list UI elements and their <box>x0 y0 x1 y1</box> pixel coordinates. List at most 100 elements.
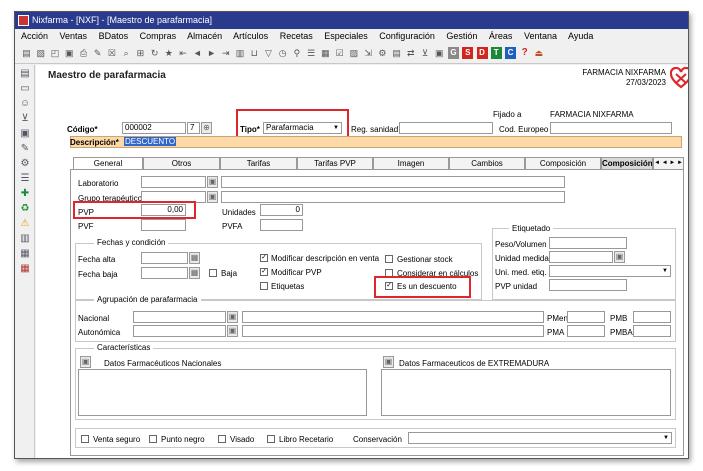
box-icon[interactable]: ▣ <box>434 47 445 59</box>
pma-input[interactable] <box>567 325 605 337</box>
tab-otros[interactable]: Otros <box>143 157 220 169</box>
unidad-medida-lookup-icon[interactable]: ▣ <box>614 251 625 263</box>
c-letter-button[interactable]: C <box>504 47 516 59</box>
last-icon[interactable]: ⇥ <box>220 47 231 59</box>
location-icon[interactable]: ⚲ <box>291 47 302 59</box>
delete-icon[interactable]: ☒ <box>106 47 117 59</box>
punto-negro-checkbox[interactable] <box>149 435 157 443</box>
unidades-input[interactable]: 0 <box>260 204 303 216</box>
pvp-unidad-input[interactable] <box>549 279 627 291</box>
cart-side-icon[interactable]: ⊻ <box>19 113 31 125</box>
menu-almacen[interactable]: Almacén <box>187 31 222 41</box>
datos-nacionales-textarea[interactable] <box>78 369 367 416</box>
fecha-baja-calendar-icon[interactable]: ▦ <box>189 267 200 279</box>
menu-compras[interactable]: Compras <box>140 31 177 41</box>
pmen-input[interactable] <box>567 311 605 323</box>
user-icon[interactable]: ☺ <box>19 98 31 110</box>
pvfa-input[interactable] <box>260 219 303 231</box>
insert-icon[interactable]: ⊞ <box>135 47 146 59</box>
scroll-last-icon[interactable]: ► <box>677 160 683 166</box>
pvp-input[interactable]: 0,00 <box>141 204 186 216</box>
modificar-pvp-checkbox[interactable]: ✓ <box>260 268 268 276</box>
t-letter-button[interactable]: T <box>490 47 502 59</box>
help-button[interactable]: ? <box>519 47 530 59</box>
descripcion-input[interactable]: DESCUENTO <box>124 137 177 146</box>
folder-icon[interactable]: ▥ <box>235 47 246 59</box>
visado-checkbox[interactable] <box>218 435 226 443</box>
save-icon[interactable]: ▣ <box>64 47 75 59</box>
search-icon[interactable]: ⌕ <box>121 47 132 59</box>
chevron-down-icon[interactable]: ▼ <box>662 434 670 442</box>
gestionar-stock-checkbox[interactable] <box>385 255 393 263</box>
plus-icon[interactable]: ✚ <box>19 188 31 200</box>
libro-recetario-checkbox[interactable] <box>267 435 275 443</box>
menu-articulos[interactable]: Artículos <box>233 31 268 41</box>
chart-icon[interactable]: ▦ <box>19 248 31 260</box>
d-letter-button[interactable]: D <box>476 47 488 59</box>
laboratorio-input[interactable] <box>141 176 206 188</box>
tab-composicion-2[interactable]: Composición <box>601 157 653 169</box>
autonomica-lookup-icon[interactable]: ▣ <box>227 325 238 337</box>
bike-icon[interactable]: ⚙ <box>19 158 31 170</box>
chevron-down-icon[interactable]: ▼ <box>661 267 669 275</box>
nacional-input[interactable] <box>133 311 226 323</box>
chevron-down-icon[interactable]: ▼ <box>332 124 340 132</box>
menu-bdatos[interactable]: BDatos <box>99 31 129 41</box>
menu-gestion[interactable]: Gestión <box>446 31 477 41</box>
venta-seguro-checkbox[interactable] <box>81 435 89 443</box>
server-icon[interactable]: ☰ <box>19 173 31 185</box>
print-icon[interactable]: ⎙ <box>78 47 89 59</box>
fecha-alta-calendar-icon[interactable]: ▦ <box>189 252 200 264</box>
cod-europeo-input[interactable] <box>550 122 672 134</box>
new-icon[interactable]: ▤ <box>21 47 32 59</box>
next-icon[interactable]: ► <box>206 47 217 59</box>
laboratorio-lookup-icon[interactable]: ▣ <box>207 176 218 188</box>
tab-imagen[interactable]: Imagen <box>373 157 449 169</box>
pencil-icon[interactable]: ✎ <box>19 143 31 155</box>
previous-icon[interactable]: ◄ <box>192 47 203 59</box>
scroll-first-icon[interactable]: ◄ <box>654 160 660 166</box>
menu-recetas[interactable]: Recetas <box>280 31 313 41</box>
tab-cambios[interactable]: Cambios <box>449 157 525 169</box>
tab-composicion[interactable]: Composición <box>525 157 601 169</box>
filter-icon[interactable]: ▽ <box>263 47 274 59</box>
grid-icon[interactable]: ▦ <box>19 263 31 275</box>
unidad-medida-input[interactable] <box>549 251 613 263</box>
exit-icon[interactable]: ⏏ <box>533 47 544 59</box>
warning-icon[interactable]: ⚠ <box>19 218 31 230</box>
conservacion-select[interactable]: ▼ <box>408 432 672 444</box>
pvf-input[interactable] <box>141 219 186 231</box>
datos-extremadura-textarea[interactable] <box>381 369 671 416</box>
book-icon[interactable]: ▥ <box>19 233 31 245</box>
clock-icon[interactable]: ◷ <box>277 47 288 59</box>
card-icon[interactable]: ▭ <box>19 83 31 95</box>
report-icon[interactable]: ▨ <box>348 47 359 59</box>
es-descuento-checkbox[interactable]: ✓ <box>385 282 393 290</box>
fecha-alta-input[interactable] <box>141 252 188 264</box>
open-icon[interactable]: ▧ <box>35 47 46 59</box>
reg-sanidad-input[interactable] <box>399 122 493 134</box>
document-icon[interactable]: ▤ <box>391 47 402 59</box>
tab-tarifas[interactable]: Tarifas <box>220 157 297 169</box>
transfer-icon[interactable]: ⇄ <box>405 47 416 59</box>
refresh-icon[interactable]: ↻ <box>149 47 160 59</box>
scroll-next-icon[interactable]: ► <box>669 160 675 166</box>
pmba-input[interactable] <box>633 325 671 337</box>
menu-especiales[interactable]: Especiales <box>324 31 368 41</box>
codigo-search-icon[interactable]: ⊕ <box>201 122 212 134</box>
menu-configuracion[interactable]: Configuración <box>379 31 435 41</box>
codigo-input[interactable]: 000002 <box>122 122 186 134</box>
tipo-select[interactable]: Parafarmacia ▼ <box>263 122 342 134</box>
export-icon[interactable]: ⇲ <box>363 47 374 59</box>
baja-checkbox[interactable] <box>209 269 217 277</box>
datos-extremadura-icon[interactable]: ▣ <box>383 356 394 368</box>
tab-scroll-arrows[interactable]: ◄ ◄ ► ► <box>653 157 684 169</box>
menu-ventas[interactable]: Ventas <box>60 31 88 41</box>
menu-ayuda[interactable]: Ayuda <box>568 31 593 41</box>
box-side-icon[interactable]: ▣ <box>19 128 31 140</box>
first-icon[interactable]: ⇤ <box>178 47 189 59</box>
modificar-descripcion-checkbox[interactable]: ✓ <box>260 254 268 262</box>
edit-icon[interactable]: ✎ <box>92 47 103 59</box>
copy-icon[interactable]: ◰ <box>49 47 60 59</box>
s-letter-button[interactable]: S <box>462 47 474 59</box>
